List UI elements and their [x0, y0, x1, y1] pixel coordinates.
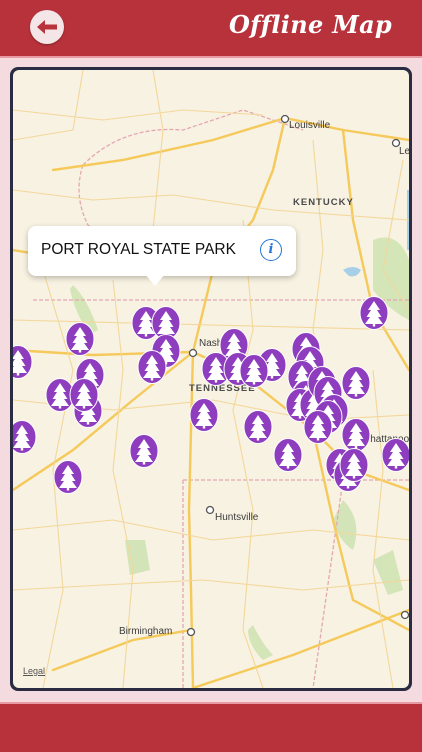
- city-le: Le: [399, 146, 409, 157]
- tree-pin-icon[interactable]: [137, 350, 167, 384]
- page-title: Offline Map: [228, 10, 392, 39]
- back-button[interactable]: [30, 10, 64, 44]
- bottom-bar: [0, 702, 422, 752]
- tree-pin-icon[interactable]: [341, 418, 371, 452]
- tree-pin-icon[interactable]: [65, 322, 95, 356]
- city-huntsville: Huntsville: [215, 512, 259, 523]
- callout-title: PORT ROYAL STATE PARK: [41, 241, 236, 258]
- tree-pin-icon[interactable]: [129, 434, 159, 468]
- tree-pin-icon[interactable]: [243, 410, 273, 444]
- map-view[interactable]: Louisville Le Nashville Huntsville Birmi…: [13, 70, 409, 688]
- tree-pin-icon[interactable]: [273, 438, 303, 472]
- tree-pin-icon[interactable]: [359, 296, 389, 330]
- info-icon[interactable]: i: [260, 239, 282, 261]
- tree-pin-icon[interactable]: [189, 398, 219, 432]
- city-louisville: Louisville: [289, 120, 331, 131]
- legal-link[interactable]: Legal: [23, 666, 45, 676]
- tree-pin-icon[interactable]: [239, 354, 269, 388]
- tree-pin-icon[interactable]: [13, 345, 33, 379]
- back-arrow-icon: [37, 20, 57, 34]
- top-bar: Offline Map: [0, 0, 422, 58]
- place-callout[interactable]: PORT ROYAL STATE PARK i: [28, 226, 296, 276]
- tree-pin-icon[interactable]: [303, 410, 333, 444]
- state-kentucky: KENTUCKY: [293, 197, 354, 208]
- tree-pin-icon[interactable]: [341, 366, 371, 400]
- callout-tail: [145, 274, 165, 286]
- tree-pin-icon[interactable]: [13, 420, 37, 454]
- city-birmingham: Birmingham: [119, 626, 173, 637]
- tree-pin-icon[interactable]: [381, 438, 409, 472]
- tree-pin-icon[interactable]: [339, 448, 369, 482]
- tree-pin-icon[interactable]: [53, 460, 83, 494]
- tree-pin-icon[interactable]: [69, 378, 99, 412]
